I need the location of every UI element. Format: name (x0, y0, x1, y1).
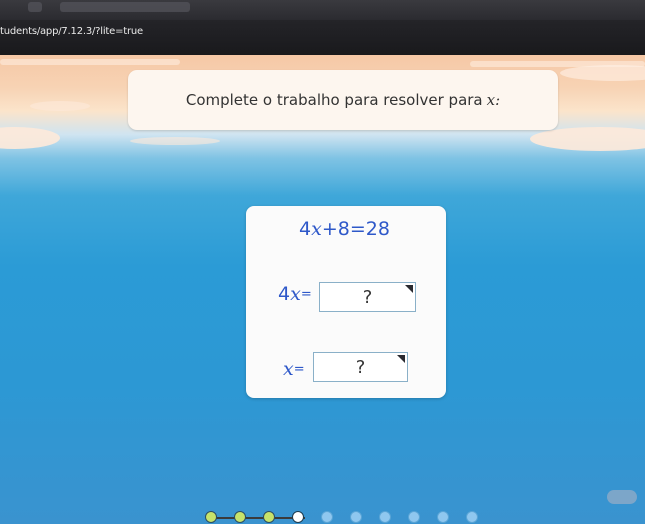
browser-chrome: tudents/app/7.12.3/?lite=true (0, 0, 645, 55)
progress-dot[interactable] (437, 511, 449, 523)
dropdown-corner-icon (397, 355, 405, 363)
instruction-variable: x: (486, 91, 501, 109)
step1-placeholder: ? (362, 287, 373, 308)
step1-variable: x (290, 283, 301, 305)
step1-equals: = (300, 287, 312, 302)
step1-label: 4x= (278, 283, 312, 305)
progress-dot[interactable] (408, 511, 420, 523)
step1-answer-input[interactable]: ? (319, 282, 416, 312)
sun-ray (470, 61, 645, 67)
step2-equals: = (293, 362, 305, 377)
cloud-right (530, 127, 645, 151)
step2-variable: x (283, 358, 294, 380)
equation-card: 4x+8=28 4x= ? x= ? (246, 206, 446, 398)
step2-answer-input[interactable]: ? (313, 352, 408, 382)
browser-tab[interactable] (60, 2, 190, 12)
sun-ray (0, 59, 180, 65)
dropdown-corner-icon (405, 285, 413, 293)
progress-dot[interactable] (205, 511, 217, 523)
instruction-banner: Complete o trabalho para resolver para x… (128, 70, 558, 130)
progress-dots (205, 511, 495, 524)
hint-pill[interactable] (607, 490, 637, 504)
progress-dot[interactable] (466, 511, 478, 523)
given-coefficient: 4 (299, 218, 312, 240)
cloud-center-small (130, 137, 220, 145)
progress-dot[interactable] (379, 511, 391, 523)
given-equation: 4x+8=28 (299, 218, 390, 240)
address-bar[interactable]: tudents/app/7.12.3/?lite=true (0, 23, 645, 41)
step2-label: x= (283, 358, 305, 380)
cloud-left-small (30, 101, 90, 111)
step2-placeholder: ? (355, 357, 366, 378)
cloud-left (0, 127, 60, 149)
cloud-right-top (560, 65, 645, 81)
progress-dot[interactable] (350, 511, 362, 523)
progress-dot[interactable] (234, 511, 246, 523)
progress-dot[interactable] (321, 511, 333, 523)
app-scene: Complete o trabalho para resolver para x… (0, 55, 645, 524)
progress-dot[interactable] (292, 511, 304, 523)
address-url: tudents/app/7.12.3/?lite=true (0, 26, 144, 37)
given-variable: x (311, 218, 322, 240)
tab-strip (0, 0, 645, 20)
tab-favicon[interactable] (28, 2, 42, 12)
given-rest: +8=28 (321, 218, 390, 240)
progress-dot[interactable] (263, 511, 275, 523)
step1-coefficient: 4 (278, 283, 291, 305)
instruction-text: Complete o trabalho para resolver para (185, 91, 483, 109)
